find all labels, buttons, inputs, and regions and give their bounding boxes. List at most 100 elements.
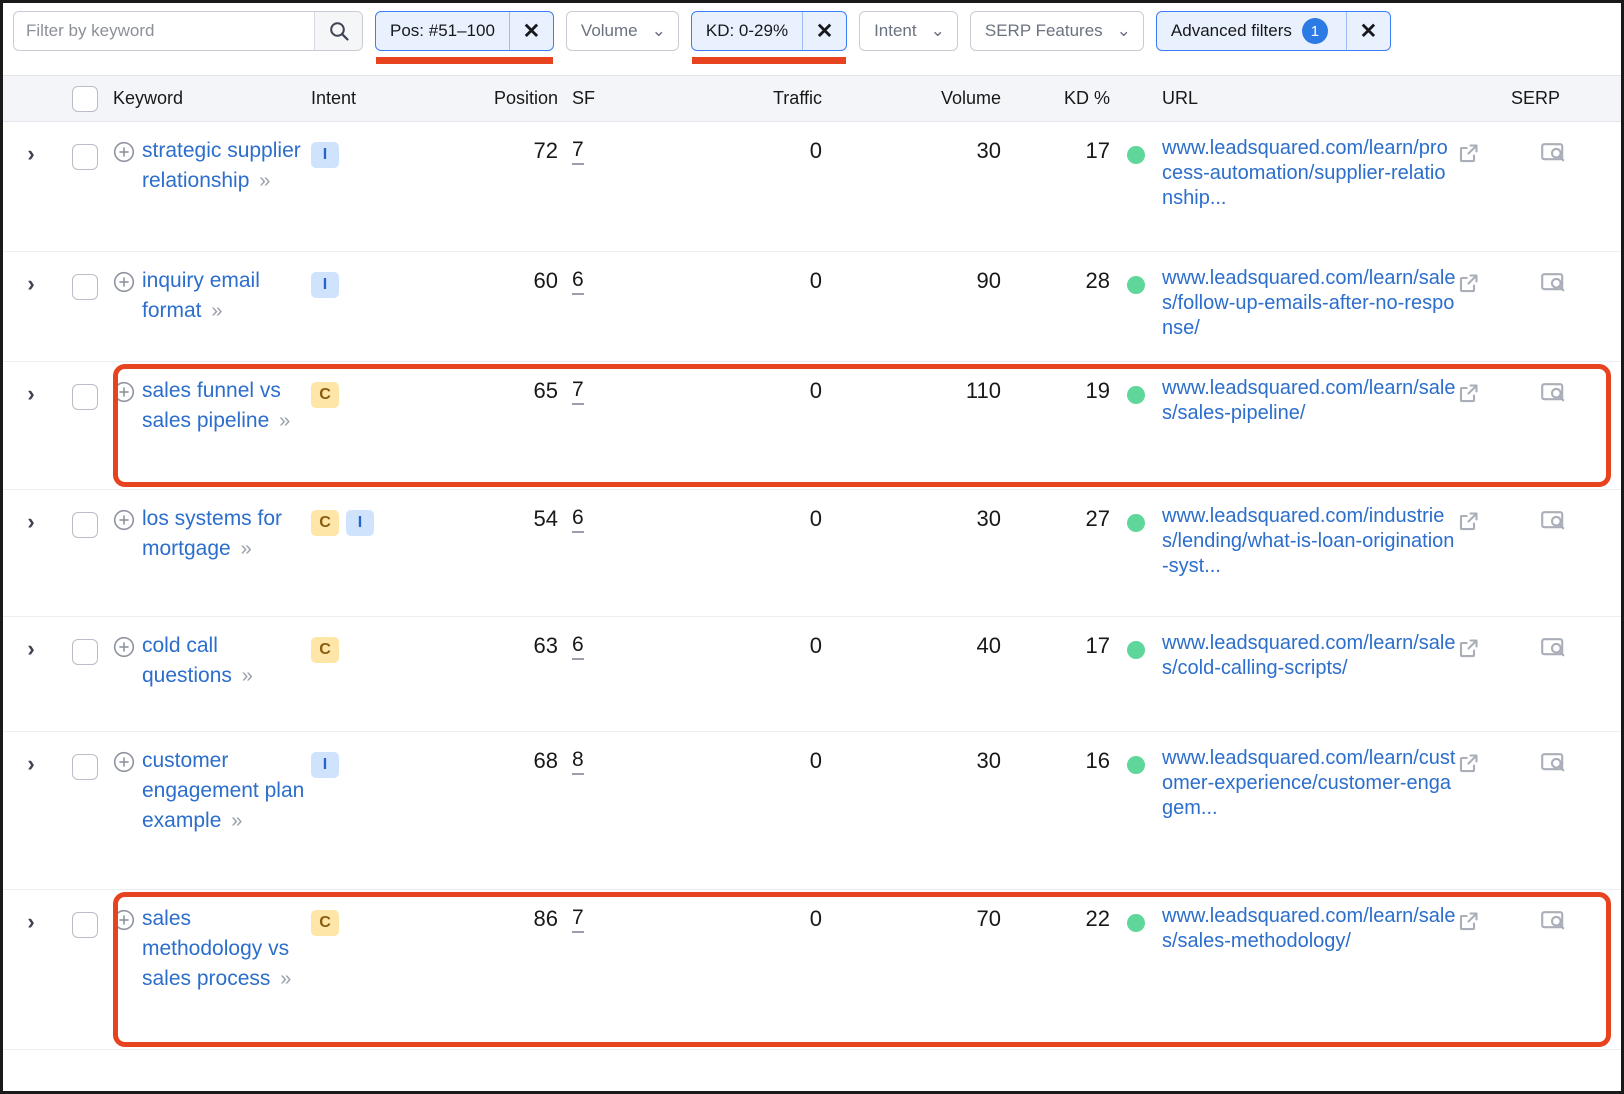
filter-chip-kd-remove[interactable]: ✕: [802, 12, 846, 50]
chevron-right-icon[interactable]: ›: [27, 911, 34, 933]
header-volume[interactable]: Volume: [836, 88, 1021, 109]
chevron-right-icon[interactable]: ›: [27, 273, 34, 295]
url-link[interactable]: www.leadsquared.com/learn/sales/cold-cal…: [1162, 632, 1456, 679]
external-link-icon[interactable]: [1456, 270, 1482, 296]
table-row[interactable]: › inquiry email format » I 60 6 0 90 28 www.lead…: [3, 252, 1621, 362]
intent-badge-i[interactable]: I: [311, 142, 339, 168]
cell-serp[interactable]: [1511, 252, 1596, 296]
external-link-icon[interactable]: [1456, 380, 1482, 406]
double-chevron-icon[interactable]: »: [211, 300, 222, 322]
search-input[interactable]: [14, 12, 314, 50]
external-link-icon[interactable]: [1456, 140, 1482, 166]
plus-circle-icon[interactable]: [113, 381, 135, 403]
row-checkbox[interactable]: [72, 274, 98, 300]
row-select-cell[interactable]: [59, 490, 111, 538]
url-link[interactable]: www.leadsquared.com/learn/sales/sales-me…: [1162, 905, 1456, 952]
table-row[interactable]: › strategic supplier relationship » I 72 7 0 3…: [3, 122, 1621, 252]
filter-chip-intent[interactable]: Intent ⌄: [859, 11, 958, 51]
header-intent[interactable]: Intent: [311, 88, 431, 109]
row-select-cell[interactable]: [59, 252, 111, 300]
header-traffic[interactable]: Traffic: [661, 88, 836, 109]
cell-serp[interactable]: [1511, 490, 1596, 534]
table-row[interactable]: › customer engagement plan example » I 68 8 0…: [3, 732, 1621, 890]
keyword-link[interactable]: los systems for mortgage »: [142, 504, 311, 564]
advanced-filters-chip[interactable]: Advanced filters 1 ✕: [1155, 11, 1391, 51]
url-link[interactable]: www.leadsquared.com/learn/customer-exper…: [1162, 747, 1455, 819]
row-expand-toggle[interactable]: ›: [3, 252, 59, 295]
double-chevron-icon[interactable]: »: [280, 968, 291, 990]
select-all-checkbox[interactable]: [72, 85, 98, 112]
serp-preview-icon[interactable]: [1540, 140, 1568, 166]
chevron-right-icon[interactable]: ›: [27, 638, 34, 660]
filter-chip-serp-features[interactable]: SERP Features ⌄: [969, 11, 1144, 51]
plus-circle-icon[interactable]: [113, 509, 135, 531]
table-row[interactable]: › sales methodology vs sales process » C 86…: [3, 890, 1621, 1050]
cell-serp[interactable]: [1511, 122, 1596, 166]
chevron-right-icon[interactable]: ›: [27, 753, 34, 775]
keyword-link[interactable]: strategic supplier relationship »: [142, 136, 311, 196]
header-keyword[interactable]: Keyword: [111, 88, 311, 109]
table-row[interactable]: › los systems for mortgage » C I 54 6 0 30 27 www…: [3, 490, 1621, 617]
cell-serp[interactable]: [1511, 617, 1596, 661]
external-link-icon[interactable]: [1456, 635, 1482, 661]
serp-preview-icon[interactable]: [1540, 508, 1568, 534]
chevron-right-icon[interactable]: ›: [27, 383, 34, 405]
row-checkbox[interactable]: [72, 754, 98, 780]
keyword-link[interactable]: customer engagement plan example »: [142, 746, 311, 836]
select-all-cell[interactable]: [59, 85, 111, 112]
double-chevron-icon[interactable]: »: [259, 170, 270, 192]
row-expand-toggle[interactable]: ›: [3, 362, 59, 405]
double-chevron-icon[interactable]: »: [231, 810, 242, 832]
plus-circle-icon[interactable]: [113, 636, 135, 658]
serp-preview-icon[interactable]: [1540, 270, 1568, 296]
filter-chip-kd[interactable]: KD: 0-29% ✕: [690, 11, 848, 64]
intent-badge-c[interactable]: C: [311, 510, 339, 536]
table-row[interactable]: › sales funnel vs sales pipeline » C 65 7 0 11…: [3, 362, 1621, 490]
header-serp[interactable]: SERP: [1511, 88, 1596, 109]
header-kd[interactable]: KD %: [1021, 88, 1116, 109]
double-chevron-icon[interactable]: »: [242, 665, 253, 687]
row-expand-toggle[interactable]: ›: [3, 890, 59, 933]
keyword-link[interactable]: sales methodology vs sales process »: [142, 904, 311, 994]
table-row[interactable]: › cold call questions » C 63 6 0 40 17 www.leads…: [3, 617, 1621, 732]
header-sf[interactable]: SF: [566, 88, 661, 109]
row-checkbox[interactable]: [72, 384, 98, 410]
row-expand-toggle[interactable]: ›: [3, 122, 59, 165]
url-link[interactable]: www.leadsquared.com/learn/process-automa…: [1162, 137, 1448, 209]
external-link-icon[interactable]: [1456, 750, 1482, 776]
chevron-right-icon[interactable]: ›: [27, 143, 34, 165]
intent-badge-i[interactable]: I: [311, 272, 339, 298]
row-select-cell[interactable]: [59, 890, 111, 938]
intent-badge-c[interactable]: C: [311, 637, 339, 663]
keyword-link[interactable]: inquiry email format »: [142, 266, 311, 326]
cell-external-link[interactable]: [1456, 122, 1511, 171]
filter-chip-position[interactable]: Pos: #51–100 ✕: [375, 11, 554, 64]
cell-external-link[interactable]: [1456, 732, 1511, 781]
cell-external-link[interactable]: [1456, 252, 1511, 301]
cell-external-link[interactable]: [1456, 890, 1511, 939]
keyword-link[interactable]: sales funnel vs sales pipeline »: [142, 376, 311, 436]
filter-chip-volume[interactable]: Volume ⌄: [565, 11, 679, 51]
double-chevron-icon[interactable]: »: [279, 410, 290, 432]
cell-serp[interactable]: [1511, 732, 1596, 776]
row-checkbox[interactable]: [72, 912, 98, 938]
cell-external-link[interactable]: [1456, 617, 1511, 666]
filter-chip-position-remove[interactable]: ✕: [508, 12, 553, 50]
row-checkbox[interactable]: [72, 512, 98, 538]
double-chevron-icon[interactable]: »: [241, 538, 252, 560]
keyword-link[interactable]: cold call questions »: [142, 631, 311, 691]
header-position[interactable]: Position: [431, 88, 566, 109]
header-url[interactable]: URL: [1156, 88, 1456, 109]
intent-badge-c[interactable]: C: [311, 382, 339, 408]
url-link[interactable]: www.leadsquared.com/learn/sales/sales-pi…: [1162, 377, 1456, 424]
cell-external-link[interactable]: [1456, 490, 1511, 539]
row-select-cell[interactable]: [59, 362, 111, 410]
external-link-icon[interactable]: [1456, 508, 1482, 534]
url-link[interactable]: www.leadsquared.com/industries/lending/w…: [1162, 505, 1454, 577]
row-checkbox[interactable]: [72, 639, 98, 665]
serp-preview-icon[interactable]: [1540, 750, 1568, 776]
row-select-cell[interactable]: [59, 122, 111, 170]
plus-circle-icon[interactable]: [113, 751, 135, 773]
intent-badge-i[interactable]: I: [346, 510, 374, 536]
serp-preview-icon[interactable]: [1540, 635, 1568, 661]
